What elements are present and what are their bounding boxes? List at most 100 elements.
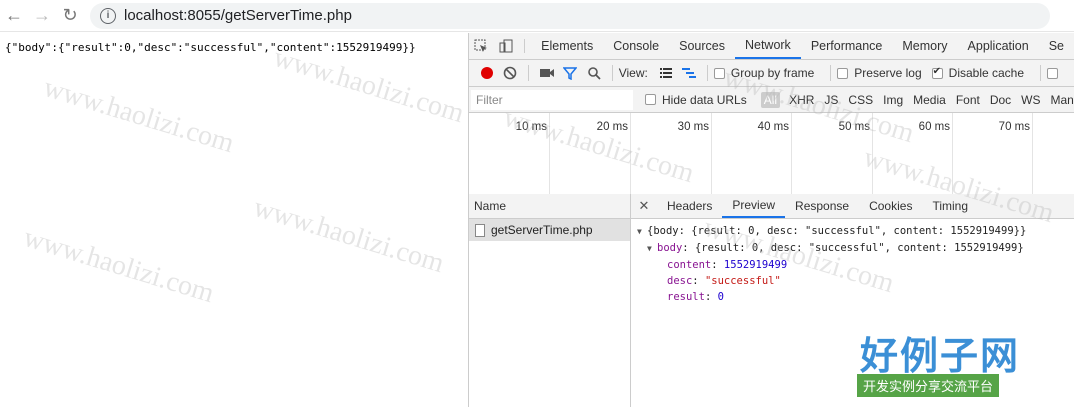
body-key: body	[657, 242, 683, 254]
filter-type-img[interactable]: Img	[878, 93, 908, 107]
site-logo: 好例子网	[860, 334, 1021, 378]
timeline-tick-label: 50 ms	[838, 121, 870, 133]
filter-type-doc[interactable]: Doc	[985, 93, 1016, 107]
tab-performance[interactable]: Performance	[801, 33, 893, 59]
toolbar-separator	[706, 65, 708, 81]
hide-data-urls-label: Hide data URLs	[662, 92, 747, 107]
timeline-gridline	[711, 113, 712, 195]
tree-node-desc: desc: "successful"	[667, 275, 781, 287]
detail-tab-bar: ✕ Headers Preview Response Cookies Timin…	[631, 194, 1074, 219]
filter-type-css[interactable]: CSS	[843, 93, 878, 107]
timeline-tick-label: 40 ms	[757, 121, 789, 133]
hide-data-urls-checkbox[interactable]: Hide data URLs	[645, 93, 747, 107]
clear-icon[interactable]	[499, 62, 523, 84]
tab-elements[interactable]: Elements	[531, 33, 603, 59]
timeline-gridline	[791, 113, 792, 195]
reload-icon[interactable]: ↻	[56, 2, 84, 30]
tree-node-root[interactable]: ▼ {body: {result: 0, desc: "successful", …	[637, 223, 1069, 240]
group-by-frame-label: Group by frame	[730, 66, 815, 80]
tab-response[interactable]: Response	[785, 194, 859, 218]
tab-timing[interactable]: Timing	[922, 194, 978, 218]
screenshot-camera-icon[interactable]	[535, 62, 559, 84]
tree-node-content: content: 1552919499	[667, 259, 788, 271]
request-row[interactable]: getServerTime.php	[469, 219, 630, 241]
network-overview-timeline[interactable]: 10 ms 20 ms 30 ms 40 ms 50 ms 60 ms 70 m…	[469, 113, 1074, 195]
filter-type-font[interactable]: Font	[951, 93, 985, 107]
timeline-tick-label: 60 ms	[918, 121, 950, 133]
url-host: localhost	[124, 7, 184, 24]
tab-application[interactable]: Application	[958, 33, 1039, 59]
tree-node-body[interactable]: ▼ body: {result: 0, desc: "successful", c…	[637, 240, 1069, 257]
network-toolbar: View: Group by frame Preserve log Disabl…	[469, 60, 1074, 87]
preserve-log-checkbox[interactable]: Preserve log	[837, 66, 922, 80]
offline-checkbox[interactable]	[1047, 67, 1064, 79]
filter-type-all[interactable]: All	[760, 91, 781, 108]
view-label: View:	[618, 66, 648, 80]
tab-security[interactable]: Se	[1039, 33, 1074, 59]
desc-key: desc	[667, 275, 693, 287]
inspect-element-icon[interactable]	[469, 33, 494, 59]
filter-type-xhr[interactable]: XHR	[784, 93, 819, 107]
filter-type-media[interactable]: Media	[908, 93, 951, 107]
document-icon	[475, 223, 485, 237]
expand-triangle-icon[interactable]: ▼	[637, 224, 647, 240]
request-list: Name getServerTime.php	[469, 194, 631, 407]
timeline-tick-label: 30 ms	[677, 121, 709, 133]
filter-type-js[interactable]: JS	[819, 93, 843, 107]
page-content: {"body":{"result":0,"desc":"successful",…	[0, 33, 468, 407]
url-path: :8055/getServerTime.php	[183, 7, 352, 24]
desc-value: "successful"	[704, 275, 781, 287]
disable-cache-label: Disable cache	[948, 66, 1025, 80]
timeline-tick-label: 70 ms	[998, 121, 1030, 133]
result-value: 0	[717, 291, 724, 303]
timeline-tick-label: 20 ms	[596, 121, 628, 133]
info-icon[interactable]: i	[100, 7, 116, 24]
toolbar-separator	[830, 65, 832, 81]
content-value: 1552919499	[723, 259, 788, 271]
tab-cookies[interactable]: Cookies	[859, 194, 922, 218]
filter-type-ws[interactable]: WS	[1016, 93, 1045, 107]
filter-icon[interactable]	[559, 62, 583, 84]
browser-address-bar: ← → ↻ i localhost:8055/getServerTime.php	[0, 0, 1074, 32]
checkbox-box[interactable]	[713, 67, 725, 79]
json-preview-tree: ▼ {body: {result: 0, desc: "successful", …	[631, 219, 1074, 309]
tab-headers[interactable]: Headers	[657, 194, 722, 218]
tab-memory[interactable]: Memory	[892, 33, 957, 59]
back-icon[interactable]: ←	[0, 2, 28, 30]
device-toolbar-icon[interactable]	[494, 33, 519, 59]
expand-triangle-icon[interactable]: ▼	[647, 241, 657, 257]
tab-preview[interactable]: Preview	[722, 194, 786, 218]
url-bar[interactable]: i localhost:8055/getServerTime.php	[90, 2, 1050, 29]
response-json-text: {"body":{"result":0,"desc":"successful",…	[5, 41, 416, 54]
checkbox-box[interactable]	[1047, 67, 1059, 79]
checkbox-box-checked[interactable]	[931, 66, 943, 79]
request-name: getServerTime.php	[491, 223, 593, 237]
close-icon[interactable]: ✕	[631, 194, 657, 218]
filter-input[interactable]	[471, 89, 633, 110]
tab-network[interactable]: Network	[734, 33, 801, 59]
network-filter-bar: Hide data URLs All XHR JS CSS Img Media …	[469, 87, 1074, 113]
search-icon[interactable]	[582, 62, 606, 84]
group-by-frame-checkbox[interactable]: Group by frame	[713, 66, 815, 80]
checkbox-box[interactable]	[645, 94, 656, 105]
tab-console[interactable]: Console	[603, 33, 669, 59]
devtools-tab-bar: Elements Console Sources Network Perform…	[469, 33, 1074, 60]
tab-separator	[524, 39, 526, 53]
tree-node-result: result: 0	[667, 291, 724, 303]
filter-type-manifest[interactable]: Manifes	[1046, 93, 1074, 107]
name-column-header[interactable]: Name	[469, 194, 630, 219]
content-key: content	[667, 259, 712, 271]
timeline-gridline	[872, 113, 873, 195]
disable-cache-checkbox[interactable]: Disable cache	[931, 66, 1025, 80]
forward-icon[interactable]: →	[28, 2, 56, 30]
checkbox-box[interactable]	[837, 67, 849, 79]
body-summary: {result: 0, desc: "successful", content:…	[694, 242, 1024, 254]
tab-sources[interactable]: Sources	[669, 33, 735, 59]
preserve-log-label: Preserve log	[854, 66, 922, 80]
record-icon[interactable]	[475, 62, 499, 84]
list-view-icon[interactable]	[654, 62, 678, 84]
root-summary: {body: {result: 0, desc: "successful", c…	[647, 225, 1027, 237]
waterfall-view-icon[interactable]	[677, 62, 701, 84]
timeline-gridline	[1032, 113, 1033, 195]
toolbar-separator	[1040, 65, 1042, 81]
